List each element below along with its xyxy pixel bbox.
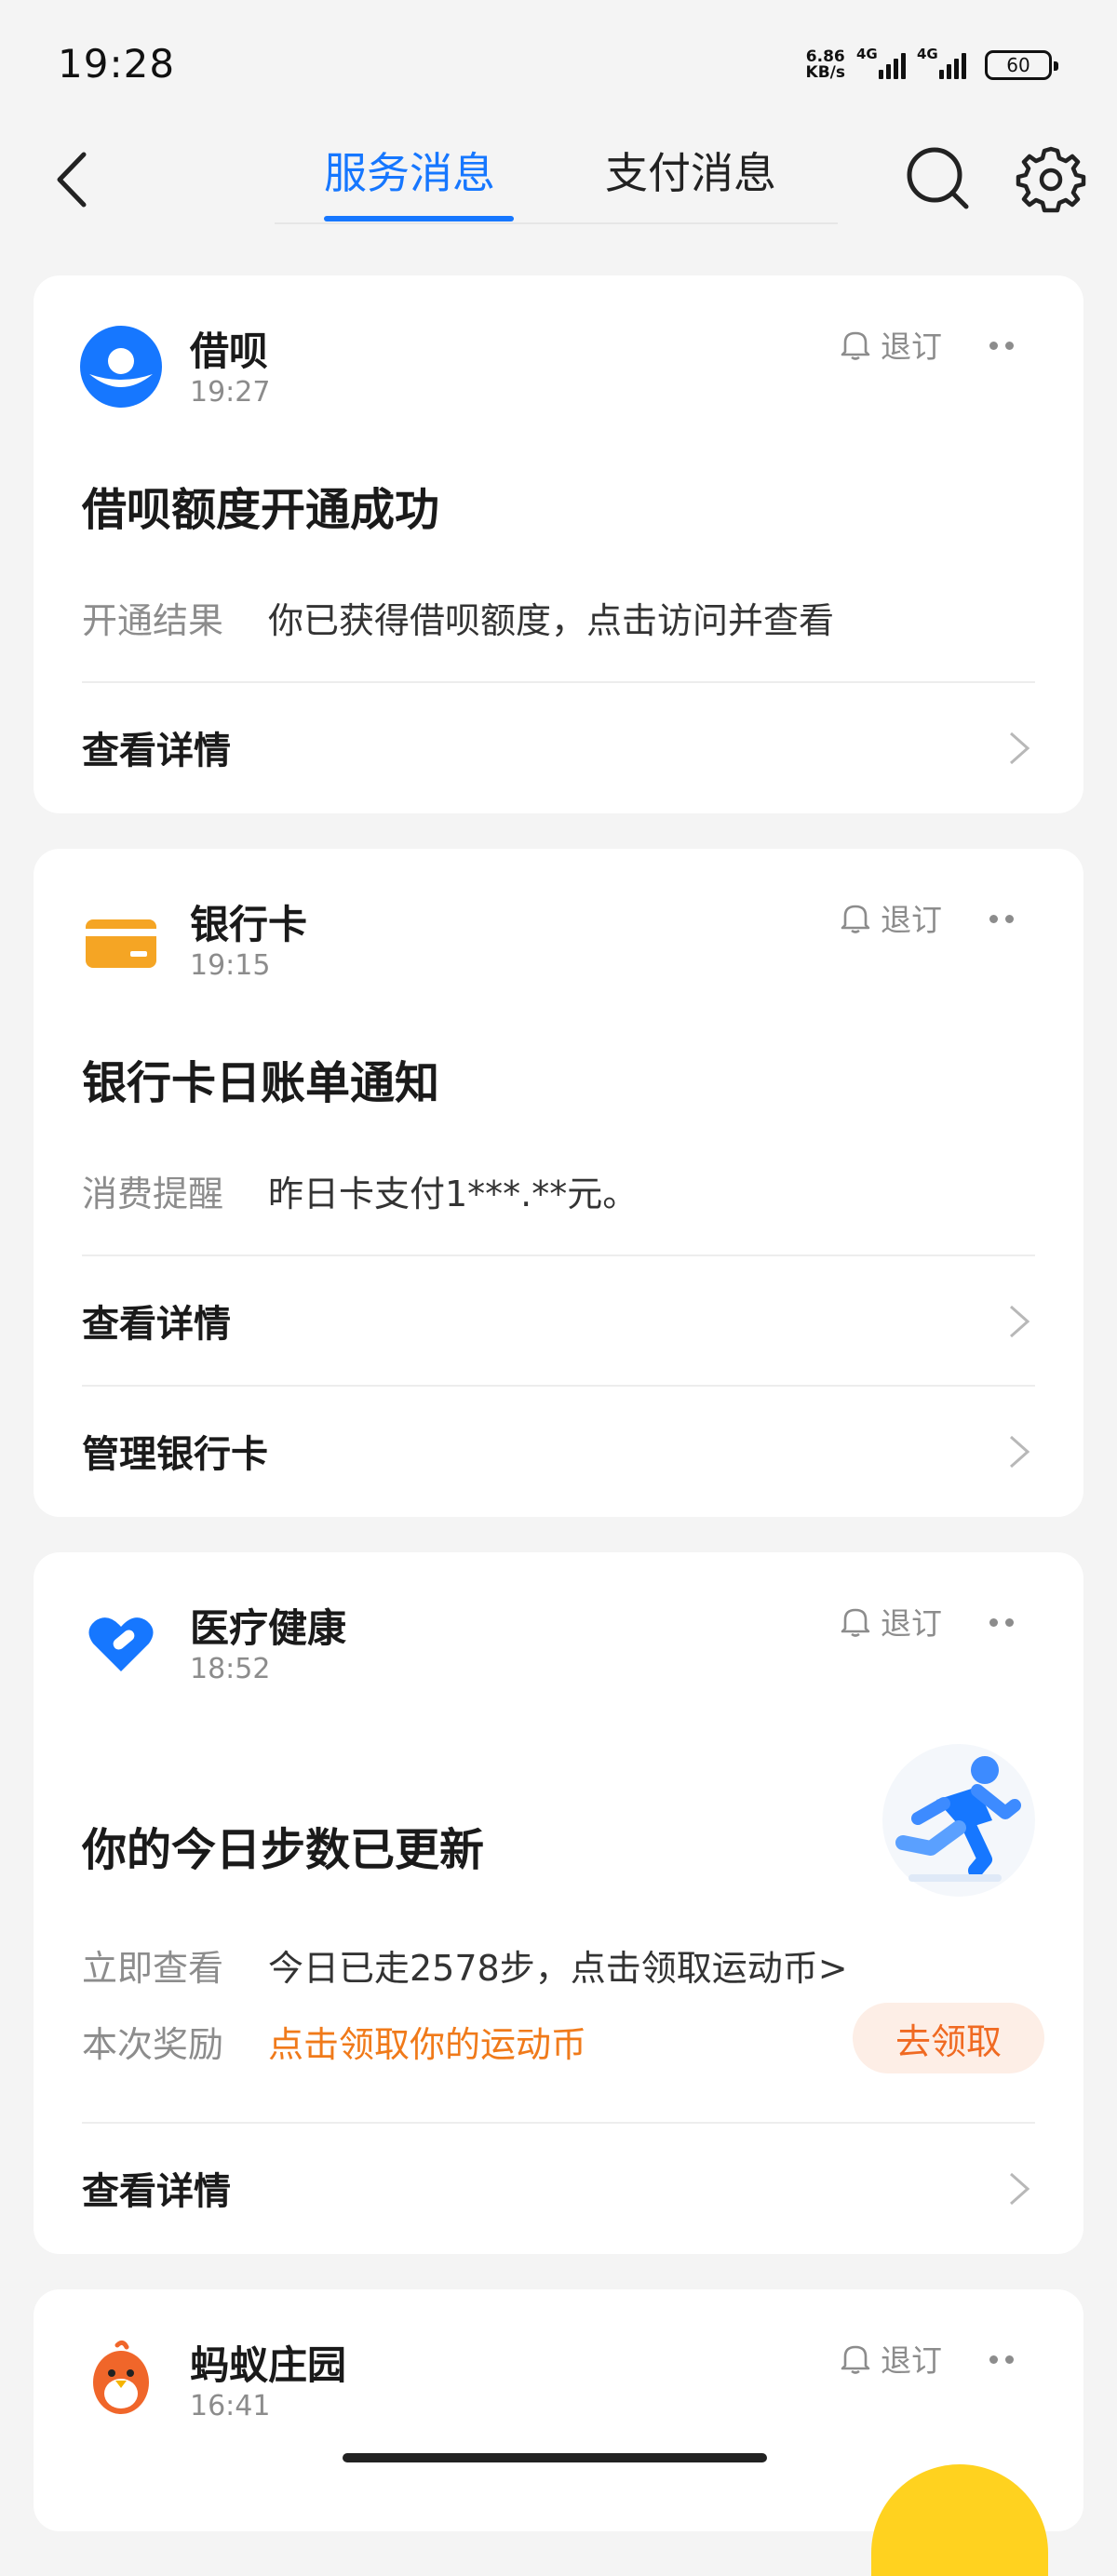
health-heart-icon	[80, 1603, 162, 1684]
active-tab-indicator	[324, 216, 514, 221]
sender-name: 蚂蚁庄园	[190, 2342, 347, 2388]
bank-card-icon	[80, 899, 162, 981]
view-details-link[interactable]: 查看详情	[34, 2124, 1083, 2252]
status-bar: 19:28 6.86 KB/s 4G 4G 60	[0, 0, 1117, 130]
chick-icon	[80, 2338, 162, 2420]
sender-name: 银行卡	[190, 902, 308, 947]
home-indicator[interactable]	[343, 2453, 767, 2462]
battery-icon: 60	[985, 50, 1058, 80]
tab-divider	[275, 222, 838, 224]
manage-bank-card-link[interactable]: 管理银行卡	[34, 1387, 1083, 1515]
chevron-right-icon	[1010, 1305, 1030, 1338]
message-card-jiebei[interactable]: 借呗 19:27 退订 借呗额度开通成功 开通结果 你已获得借呗额度，点击访问并…	[34, 275, 1083, 813]
running-man-icon	[882, 1744, 1035, 1897]
more-options-icon[interactable]	[983, 1608, 1020, 1636]
message-detail-row: 消费提醒 昨日卡支付1***.**元。	[82, 1174, 639, 1214]
signal-1-icon: 4G	[856, 46, 906, 79]
top-nav: 服务消息 支付消息	[0, 130, 1117, 233]
signal-2-icon: 4G	[917, 46, 966, 79]
message-card-health[interactable]: 医疗健康 18:52 退订 你的今日步数已更新 立即查看 今日已走2578步，点…	[34, 1552, 1083, 2254]
chevron-right-icon	[1010, 2172, 1030, 2206]
status-indicators: 6.86 KB/s 4G 4G 60	[805, 45, 1058, 86]
claim-button[interactable]: 去领取	[853, 2003, 1044, 2073]
message-title: 你的今日步数已更新	[82, 1824, 485, 1876]
message-time: 19:15	[190, 949, 271, 982]
message-title: 银行卡日账单通知	[82, 1057, 440, 1109]
unsubscribe-button[interactable]: 退订	[840, 895, 942, 940]
network-speed: 6.86 KB/s	[805, 47, 845, 82]
decorative-yellow-shape	[871, 2464, 1048, 2576]
jiebei-logo-icon	[80, 326, 162, 408]
message-detail-row: 立即查看 今日已走2578步，点击领取运动币>	[82, 1948, 848, 1989]
sender-name: 借呗	[190, 329, 269, 374]
message-title: 借呗额度开通成功	[82, 484, 440, 536]
message-time: 19:27	[190, 376, 271, 409]
bell-icon	[841, 1608, 870, 1637]
message-detail-row: 开通结果 你已获得借呗额度，点击访问并查看	[82, 600, 835, 641]
more-options-icon[interactable]	[983, 905, 1020, 932]
back-icon[interactable]	[47, 147, 102, 212]
chevron-right-icon	[1010, 731, 1030, 765]
more-options-icon[interactable]	[983, 2345, 1020, 2373]
sender-name: 医疗健康	[190, 1605, 347, 1651]
unsubscribe-button[interactable]: 退订	[840, 322, 942, 367]
view-details-link[interactable]: 查看详情	[34, 1256, 1083, 1385]
bell-icon	[841, 331, 870, 360]
message-card-ant-farm[interactable]: 蚂蚁庄园 16:41 退订	[34, 2289, 1083, 2576]
gear-icon[interactable]	[1015, 141, 1087, 214]
status-time: 19:28	[58, 41, 176, 87]
reward-row: 本次奖励 点击领取你的运动币	[82, 2024, 587, 2065]
view-details-link[interactable]: 查看详情	[34, 683, 1083, 812]
tab-payment-messages[interactable]: 支付消息	[605, 140, 776, 201]
unsubscribe-button[interactable]: 退订	[840, 1599, 942, 1644]
bell-icon	[841, 905, 870, 933]
message-time: 18:52	[190, 1653, 271, 1685]
search-icon[interactable]	[901, 141, 974, 214]
tab-service-messages[interactable]: 服务消息	[324, 140, 495, 201]
chevron-right-icon	[1010, 1435, 1030, 1469]
more-options-icon[interactable]	[983, 331, 1020, 359]
bell-icon	[841, 2345, 870, 2374]
message-time: 16:41	[190, 2390, 271, 2422]
message-card-bank-card[interactable]: 银行卡 19:15 退订 银行卡日账单通知 消费提醒 昨日卡支付1***.**元…	[34, 849, 1083, 1517]
unsubscribe-button[interactable]: 退订	[840, 2336, 942, 2381]
